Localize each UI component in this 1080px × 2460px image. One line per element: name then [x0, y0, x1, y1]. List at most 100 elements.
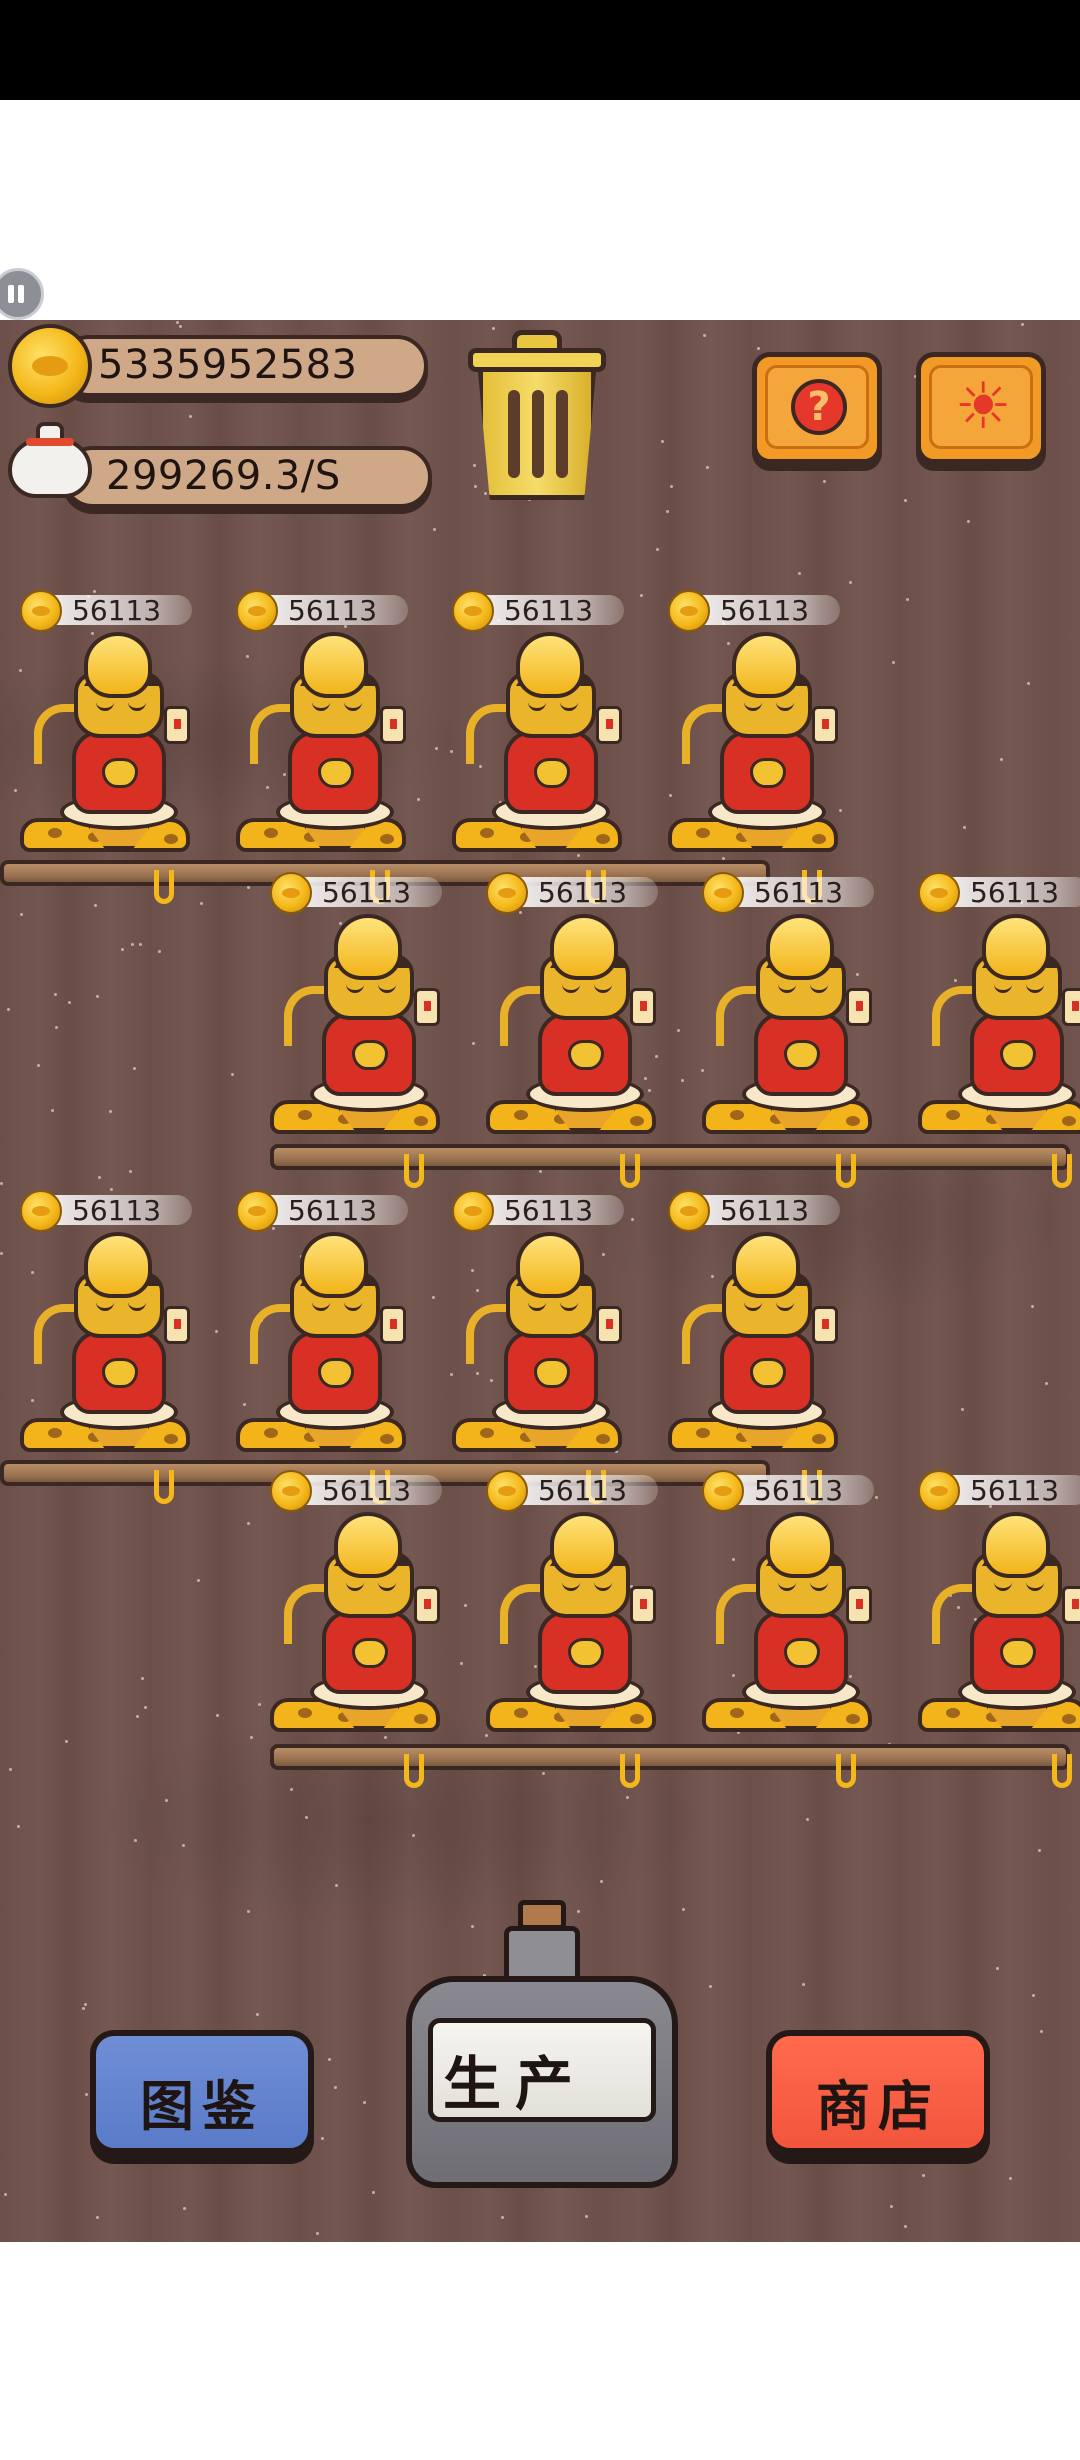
cat-income-value: 56113 — [720, 594, 810, 627]
cat-income-badge: 56113 — [236, 1190, 408, 1232]
cat-income-badge: 56113 — [270, 872, 442, 914]
shop-button-label: 商店 — [816, 2075, 940, 2138]
heart-icon — [1000, 1638, 1036, 1668]
bottom-blank-area — [0, 2242, 1080, 2460]
produce-button-label: 生产 — [443, 2050, 588, 2118]
heart-icon — [784, 1638, 820, 1668]
shop-button[interactable]: 商店 — [766, 2030, 990, 2154]
cat-income-value: 56113 — [322, 1474, 412, 1507]
cat-unit[interactable] — [668, 1226, 844, 1456]
heart-icon — [784, 1040, 820, 1070]
shelf-plank — [270, 1144, 1070, 1170]
cat-income-badge: 56113 — [452, 590, 624, 632]
shelf-hook — [620, 1754, 640, 1788]
cat-unit[interactable] — [452, 1226, 628, 1456]
lantern-icon — [630, 1586, 656, 1624]
heart-icon — [318, 1358, 354, 1388]
top-blank-area — [0, 100, 1080, 320]
produce-button[interactable]: 生产 — [404, 1900, 680, 2190]
heart-icon — [534, 758, 570, 788]
shelf-hook — [1052, 1754, 1072, 1788]
shelf-hook — [836, 1754, 856, 1788]
cat-income-value: 56113 — [504, 594, 594, 627]
question-mark-icon: ? — [791, 379, 847, 435]
heart-icon — [568, 1040, 604, 1070]
cat-income-badge: 56113 — [20, 1190, 192, 1232]
heart-icon — [102, 1358, 138, 1388]
lantern-icon — [812, 706, 838, 744]
cat-income-badge: 56113 — [486, 1470, 658, 1512]
cat-unit[interactable] — [236, 626, 412, 856]
lantern-icon — [414, 1586, 440, 1624]
cat-income-value: 56113 — [754, 876, 844, 909]
cat-unit[interactable] — [918, 908, 1080, 1138]
cat-income-badge: 56113 — [486, 872, 658, 914]
cat-income-value: 56113 — [288, 594, 378, 627]
trash-can-icon[interactable] — [462, 326, 612, 504]
shelf-hook — [1052, 1154, 1072, 1188]
heart-icon — [534, 1358, 570, 1388]
heart-icon — [1000, 1040, 1036, 1070]
help-button[interactable]: ? — [752, 352, 882, 464]
shelf-hook — [154, 870, 174, 904]
cat-income-value: 56113 — [720, 1194, 810, 1227]
cat-income-value: 56113 — [970, 1474, 1060, 1507]
lantern-icon — [1062, 988, 1080, 1026]
catalog-button-label: 图鉴 — [140, 2075, 264, 2138]
cat-unit[interactable] — [236, 1226, 412, 1456]
lantern-icon — [1062, 1586, 1080, 1624]
cat-unit[interactable] — [270, 1506, 446, 1736]
shelf-hook — [154, 1470, 174, 1504]
cat-unit[interactable] — [918, 1506, 1080, 1736]
cat-income-badge: 56113 — [918, 872, 1080, 914]
coin-icon — [8, 324, 92, 408]
lantern-icon — [846, 988, 872, 1026]
shelf-hook — [404, 1154, 424, 1188]
heart-icon — [568, 1638, 604, 1668]
lantern-icon — [596, 1306, 622, 1344]
cat-income-value: 56113 — [72, 594, 162, 627]
heart-icon — [352, 1638, 388, 1668]
cat-income-badge: 56113 — [668, 590, 840, 632]
cat-unit[interactable] — [486, 908, 662, 1138]
cat-income-value: 56113 — [72, 1194, 162, 1227]
cat-income-value: 56113 — [538, 1474, 628, 1507]
cat-unit[interactable] — [702, 1506, 878, 1736]
lantern-icon — [846, 1586, 872, 1624]
shelf-hook — [836, 1154, 856, 1188]
gear-icon: ☀ — [954, 370, 1012, 444]
cat-income-badge: 56113 — [452, 1190, 624, 1232]
cat-unit[interactable] — [486, 1506, 662, 1736]
catalog-button[interactable]: 图鉴 — [90, 2030, 314, 2154]
cat-income-badge: 56113 — [918, 1470, 1080, 1512]
settings-button[interactable]: ☀ — [916, 352, 1046, 464]
money-bag-icon — [4, 416, 96, 500]
cat-income-value: 56113 — [754, 1474, 844, 1507]
heart-icon — [102, 758, 138, 788]
lantern-icon — [164, 1306, 190, 1344]
cat-income-badge: 56113 — [20, 590, 192, 632]
lantern-icon — [164, 706, 190, 744]
status-bar — [0, 0, 1080, 100]
lantern-icon — [380, 706, 406, 744]
heart-icon — [318, 758, 354, 788]
cat-income-value: 56113 — [538, 876, 628, 909]
pause-icon — [8, 285, 14, 303]
cat-unit[interactable] — [20, 626, 196, 856]
cat-unit[interactable] — [452, 626, 628, 856]
lantern-icon — [596, 706, 622, 744]
cat-income-badge: 56113 — [270, 1470, 442, 1512]
cat-unit[interactable] — [702, 908, 878, 1138]
cat-unit[interactable] — [270, 908, 446, 1138]
cat-unit[interactable] — [20, 1226, 196, 1456]
lantern-icon — [380, 1306, 406, 1344]
lantern-icon — [630, 988, 656, 1026]
cat-unit[interactable] — [668, 626, 844, 856]
shelf-plank — [270, 1744, 1070, 1770]
heart-icon — [352, 1040, 388, 1070]
coin-counter: 5335952583 — [98, 342, 358, 388]
cat-income-badge: 56113 — [702, 872, 874, 914]
cat-income-badge: 56113 — [668, 1190, 840, 1232]
cat-income-value: 56113 — [504, 1194, 594, 1227]
shelf-hook — [404, 1754, 424, 1788]
